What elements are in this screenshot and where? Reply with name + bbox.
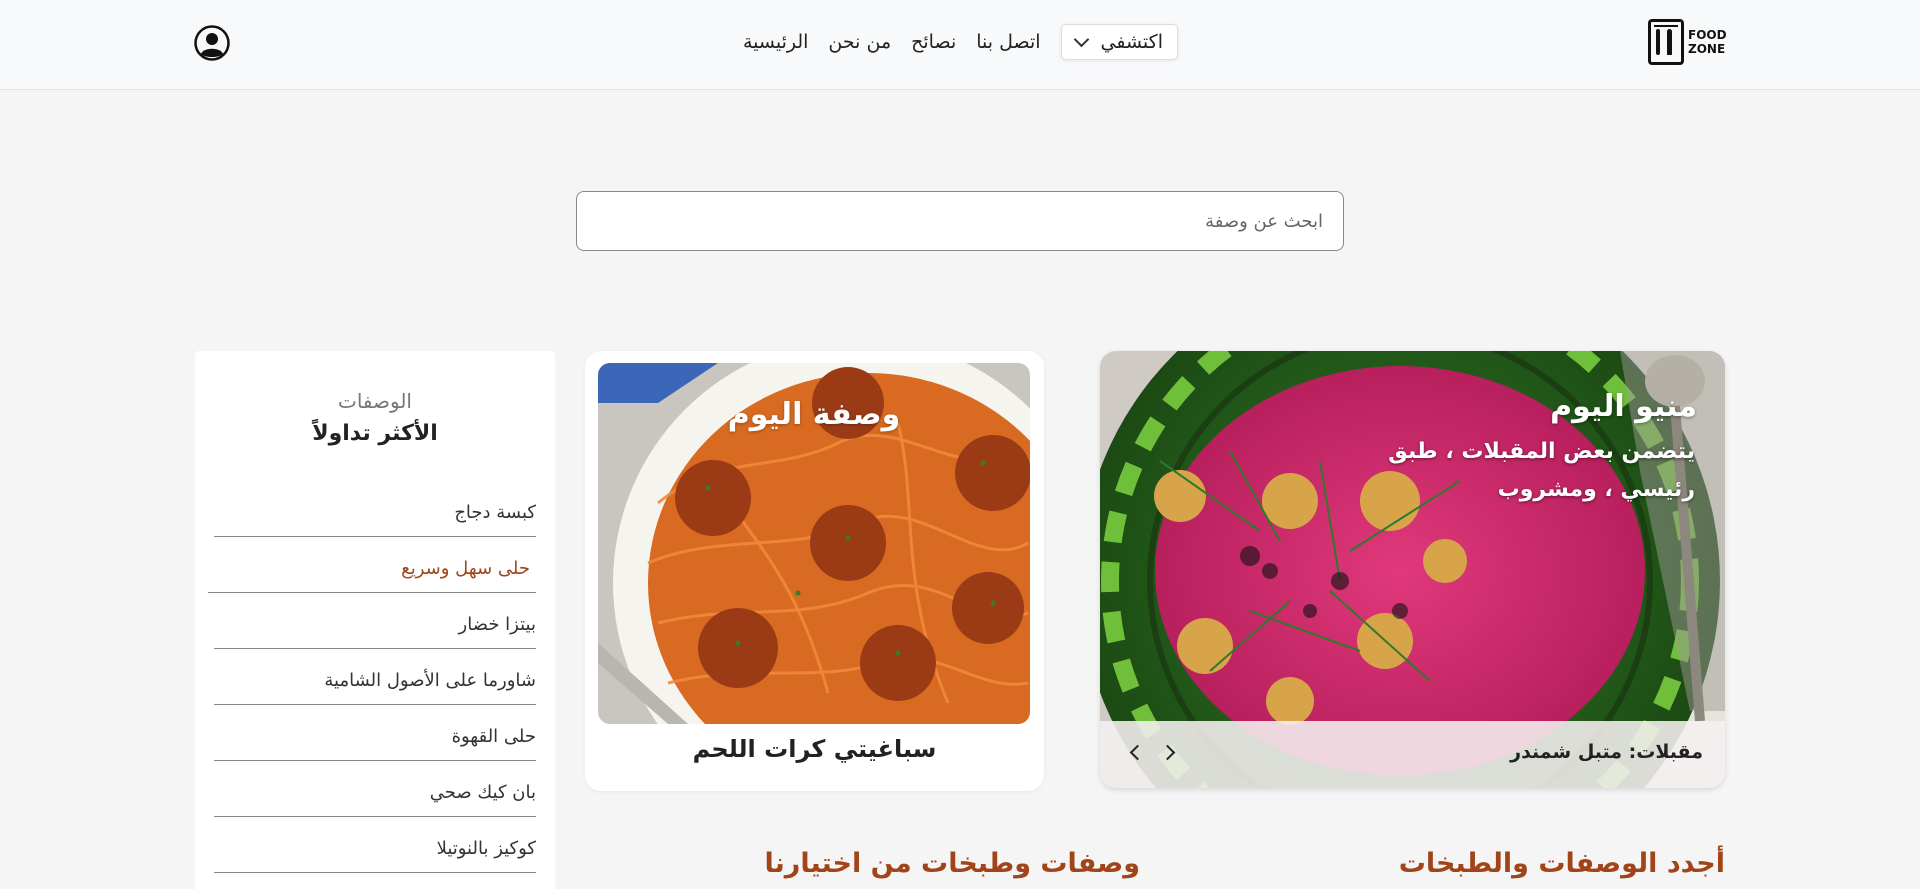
- recipe-of-day-title: وصفة اليوم: [727, 397, 901, 432]
- list-item[interactable]: بيتزا خضار: [214, 593, 536, 649]
- user-circle-icon[interactable]: [194, 25, 230, 61]
- spaghetti-meatballs-image: وصفة اليوم: [598, 363, 1030, 724]
- sidebar-title: الأكثر تداولاً: [312, 421, 438, 446]
- main-nav: الرئيسية من نحن نصائح اتصل بنا اكتشفي: [743, 22, 1178, 62]
- nav-about[interactable]: من نحن: [828, 31, 891, 53]
- sidebar-subtitle: الوصفات: [337, 389, 412, 413]
- book-icon: [1648, 19, 1684, 65]
- chevron-right-icon: [1159, 744, 1176, 761]
- knife-icon: [1667, 29, 1672, 55]
- list-item[interactable]: حلى سهل وسريع: [208, 537, 536, 593]
- trending-list: كبسة دجاج حلى سهل وسريع بيتزا خضار شاورم…: [208, 481, 536, 873]
- list-item[interactable]: شاورما على الأصول الشامية: [214, 649, 536, 705]
- food-zone-logo[interactable]: FOOD ZONE: [1648, 19, 1727, 67]
- recipe-of-day-name[interactable]: سباغيتي كرات اللحم: [585, 735, 1044, 763]
- nav-home[interactable]: الرئيسية: [743, 31, 808, 53]
- list-item[interactable]: حلى القهوة: [214, 705, 536, 761]
- list-item[interactable]: كبسة دجاج: [214, 481, 536, 537]
- explore-dropdown[interactable]: اكتشفي: [1060, 24, 1178, 60]
- nav-contact[interactable]: اتصل بنا: [976, 31, 1040, 53]
- list-item[interactable]: كوكيز بالنوتيلا: [214, 817, 536, 873]
- fork-icon: [1656, 29, 1660, 55]
- logo-text: FOOD ZONE: [1688, 28, 1727, 56]
- top-navbar: FOOD ZONE الرئيسية من نحن نصائح اتصل بنا…: [0, 0, 1920, 90]
- recipe-search-input[interactable]: [576, 191, 1344, 251]
- carousel-prev-button[interactable]: [1124, 741, 1148, 765]
- logo-text-line-1: FOOD: [1688, 28, 1727, 42]
- carousel-next-button[interactable]: [1159, 741, 1184, 765]
- latest-recipes-heading: أجدد الوصفات والطبخات: [1398, 848, 1725, 879]
- recipe-of-day-card[interactable]: وصفة اليوم سباغيتي كرات اللحم: [585, 351, 1044, 791]
- menu-of-day-description: يتضمن بعض المقبلات ، طبق رئيسي ، ومشروب: [1388, 439, 1695, 502]
- explore-dropdown-label: اكتشفي: [1100, 31, 1163, 53]
- chevron-down-icon: [1073, 31, 1089, 47]
- logo-text-line-2: ZONE: [1688, 42, 1726, 56]
- carousel-caption-bar: مقبلات: متبل شمندر: [1100, 721, 1725, 788]
- carousel-caption: مقبلات: متبل شمندر: [1510, 741, 1703, 763]
- list-item[interactable]: بان كيك صحي: [214, 761, 536, 817]
- our-picks-heading: وصفات وطبخات من اختيارنا: [764, 848, 1140, 879]
- menu-of-day-carousel[interactable]: منيو اليوم يتضمن بعض المقبلات ، طبق رئيس…: [1100, 351, 1725, 788]
- nav-tips[interactable]: نصائح: [911, 31, 956, 53]
- chevron-left-icon: [1129, 744, 1146, 761]
- menu-of-day-title: منيو اليوم: [1550, 389, 1697, 424]
- trending-recipes-sidebar: الوصفات الأكثر تداولاً كبسة دجاج حلى سهل…: [195, 351, 555, 889]
